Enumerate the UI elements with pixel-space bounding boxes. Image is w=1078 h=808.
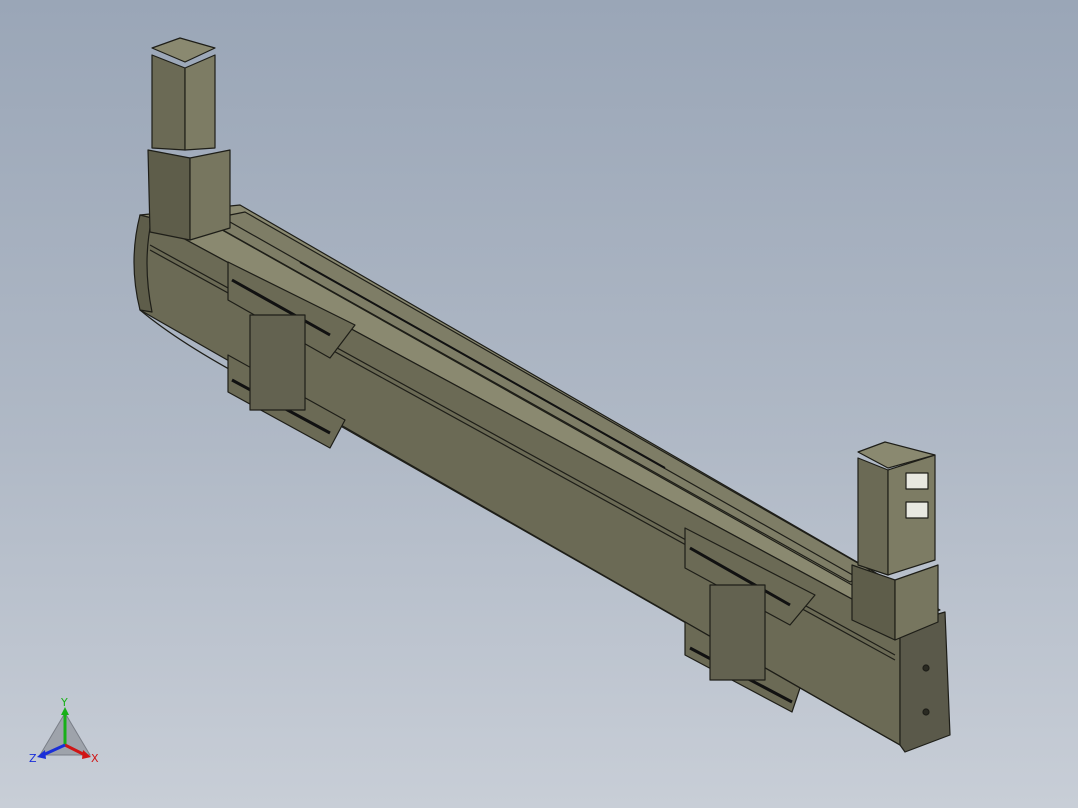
triad-z-arrow	[37, 750, 46, 759]
right-motor-connector-1	[905, 472, 929, 490]
right-motor-front	[857, 457, 889, 576]
triad-x-label: X	[91, 752, 99, 765]
right-motor-connector-2	[905, 501, 929, 519]
triad-z-label: Z	[29, 752, 37, 765]
left-carriage-block	[249, 314, 306, 411]
linear-actuator-model[interactable]	[0, 0, 1078, 808]
right-end-cap-bolt-1	[922, 664, 930, 672]
right-end-cap-bolt-2	[922, 708, 930, 716]
left-motor-side	[184, 54, 216, 151]
3d-viewport[interactable]: Y X Z	[0, 0, 1078, 808]
left-motor-mount	[147, 149, 191, 241]
right-carriage-block	[709, 584, 766, 681]
triad-y-label: Y	[60, 696, 68, 709]
left-motor-mount-side	[189, 149, 231, 241]
orientation-triad[interactable]: Y X Z	[25, 695, 105, 770]
left-motor-front	[151, 54, 186, 151]
